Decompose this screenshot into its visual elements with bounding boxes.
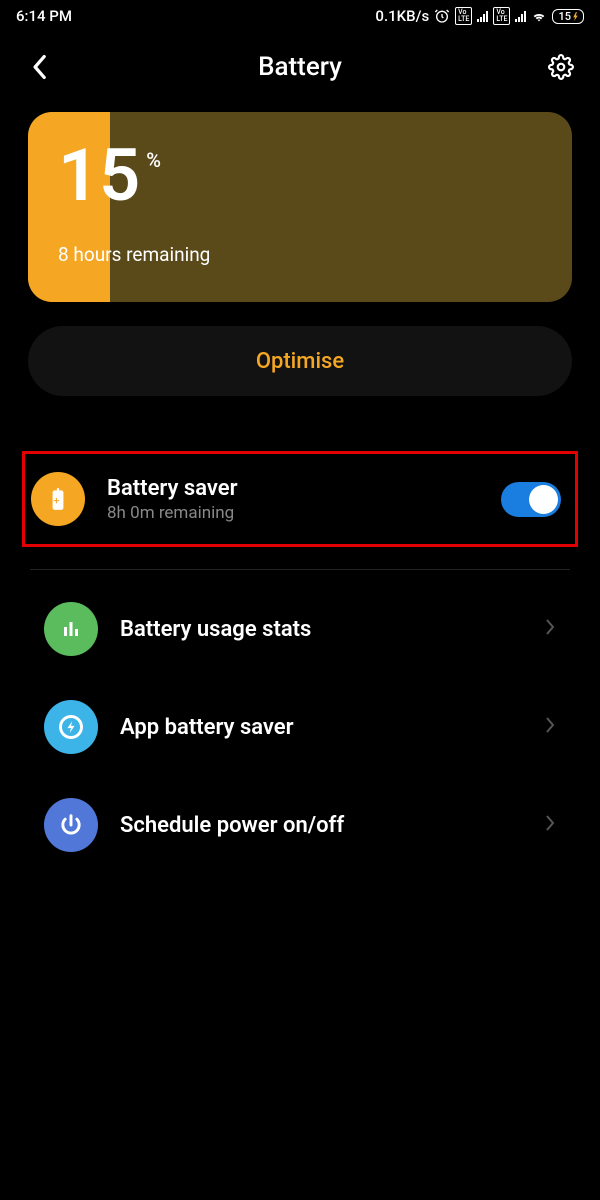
battery-indicator: 15 (552, 9, 584, 24)
wifi-icon (531, 8, 547, 24)
volte-icon-2: VoLTE (493, 7, 510, 25)
signal-bars-2 (515, 10, 526, 22)
signal-bars-1 (477, 10, 488, 22)
chevron-right-icon (544, 712, 556, 742)
battery-saver-toggle[interactable] (501, 482, 561, 517)
battery-card[interactable]: 15 % 8 hours remaining (28, 112, 572, 302)
chevron-right-icon (544, 614, 556, 644)
page-title: Battery (258, 52, 342, 82)
app-battery-saver-row[interactable]: App battery saver (0, 678, 600, 776)
highlight-box: Battery saver 8h 0m remaining (22, 451, 578, 547)
list-item-title: Schedule power on/off (120, 813, 544, 838)
list-item-title: App battery saver (120, 715, 544, 740)
battery-saver-title: Battery saver (107, 476, 501, 501)
battery-remaining: 8 hours remaining (58, 243, 542, 266)
volte-icon-1: VoLTE (455, 7, 472, 25)
battery-saver-row[interactable]: Battery saver 8h 0m remaining (31, 472, 569, 526)
optimise-button[interactable]: Optimise (28, 326, 572, 396)
battery-percentage: 15 (58, 140, 140, 212)
stats-icon (44, 602, 98, 656)
data-rate: 0.1KB/s (375, 7, 429, 25)
status-time: 6:14 PM (16, 7, 72, 25)
schedule-power-row[interactable]: Schedule power on/off (0, 776, 600, 874)
battery-saver-icon (31, 472, 85, 526)
settings-button[interactable] (546, 52, 576, 82)
app-saver-icon (44, 700, 98, 754)
chevron-right-icon (544, 810, 556, 840)
power-icon (44, 798, 98, 852)
battery-saver-subtitle: 8h 0m remaining (107, 503, 501, 523)
battery-usage-stats-row[interactable]: Battery usage stats (0, 580, 600, 678)
percent-symbol: % (146, 148, 161, 172)
header: Battery (0, 32, 600, 112)
alarm-icon (434, 8, 450, 24)
divider (30, 569, 570, 570)
list-item-title: Battery usage stats (120, 617, 544, 642)
back-button[interactable] (24, 52, 54, 82)
status-bar: 6:14 PM 0.1KB/s VoLTE VoLTE 15 (0, 0, 600, 32)
